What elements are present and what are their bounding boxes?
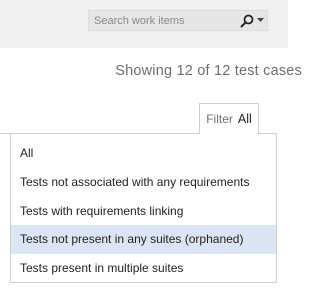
results-count-text: Showing 12 of 12 test cases bbox=[115, 63, 302, 79]
top-bar bbox=[0, 0, 288, 48]
menu-item-with-requirements[interactable]: Tests with requirements linking bbox=[11, 197, 276, 226]
menu-item-all[interactable]: All bbox=[11, 139, 276, 168]
menu-item-no-requirements[interactable]: Tests not associated with any requiremen… bbox=[11, 168, 276, 197]
divider bbox=[0, 133, 10, 134]
menu-item-orphaned[interactable]: Tests not present in any suites (orphane… bbox=[11, 225, 276, 255]
search-icon bbox=[240, 14, 254, 28]
filter-value: All bbox=[237, 112, 252, 126]
filter-label: Filter bbox=[206, 112, 233, 126]
search-box[interactable] bbox=[88, 10, 268, 31]
filter-menu: All Tests not associated with any requir… bbox=[10, 133, 277, 283]
search-input[interactable] bbox=[89, 11, 236, 30]
search-button[interactable] bbox=[236, 11, 267, 30]
menu-item-multiple-suites[interactable]: Tests present in multiple suites bbox=[11, 254, 276, 283]
caret-down-icon bbox=[256, 18, 264, 23]
filter-dropdown[interactable]: Filter All bbox=[199, 103, 259, 134]
